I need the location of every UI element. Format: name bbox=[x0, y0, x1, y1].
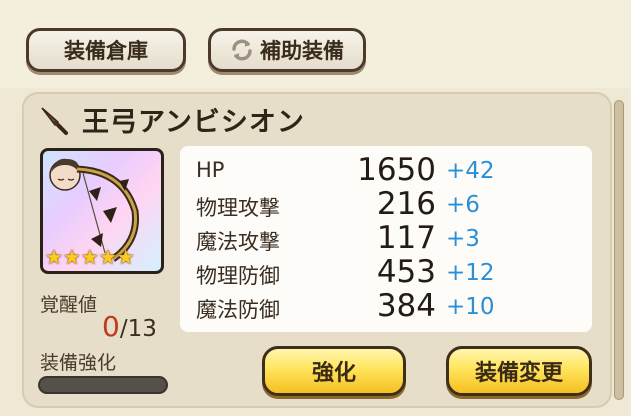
awakening-current: 0 bbox=[102, 310, 120, 343]
stat-value: 1650 bbox=[357, 152, 436, 188]
star-icon: ★ bbox=[116, 245, 135, 269]
scrollbar[interactable] bbox=[612, 92, 626, 408]
stat-name: 魔法防御 bbox=[196, 298, 280, 322]
awakening-label: 覚醒値 bbox=[40, 294, 98, 316]
star-icon: ★ bbox=[62, 245, 81, 269]
awakening-max: /13 bbox=[119, 316, 157, 342]
rarity-stars: ★ ★ ★ ★ ★ bbox=[45, 247, 135, 267]
enhancement-label: 装備強化 bbox=[40, 352, 117, 374]
stats-box: HP 1650 +42 物理攻撃 216 +6 魔法攻撃 117 +3 物理防御… bbox=[180, 146, 592, 332]
weapon-portrait[interactable]: ★ ★ ★ ★ ★ bbox=[40, 148, 164, 274]
scrollbar-thumb[interactable] bbox=[614, 100, 624, 400]
stat-bonus: +10 bbox=[446, 294, 495, 320]
stat-value: 453 bbox=[376, 254, 436, 290]
stat-row-hp: HP 1650 +42 bbox=[196, 152, 588, 188]
star-icon: ★ bbox=[80, 245, 99, 269]
star-icon: ★ bbox=[98, 245, 117, 269]
refresh-icon bbox=[232, 39, 252, 61]
stat-value: 117 bbox=[376, 220, 436, 256]
stat-name: HP bbox=[196, 158, 225, 182]
equipment-storage-label: 装備倉庫 bbox=[64, 39, 148, 63]
stat-bonus: +42 bbox=[446, 158, 495, 184]
enhancement-progress-bar bbox=[38, 376, 168, 394]
stat-value: 384 bbox=[376, 288, 436, 324]
sub-equipment-label: 補助装備 bbox=[260, 39, 344, 63]
stat-name: 物理攻撃 bbox=[196, 196, 280, 220]
stat-bonus: +12 bbox=[446, 260, 495, 286]
stat-row-magic-defense: 魔法防御 384 +10 bbox=[196, 288, 588, 324]
sword-icon bbox=[41, 107, 68, 135]
stat-name: 魔法攻撃 bbox=[196, 230, 280, 254]
stat-name: 物理防御 bbox=[196, 264, 280, 288]
weapon-name: 王弓アンビシオン bbox=[82, 107, 305, 138]
enhance-button-label: 強化 bbox=[311, 361, 356, 386]
sub-equipment-button[interactable]: 補助装備 bbox=[208, 28, 366, 72]
stat-row-magic-attack: 魔法攻撃 117 +3 bbox=[196, 220, 588, 256]
awakening-count: 0/13 bbox=[102, 310, 157, 343]
enhance-button[interactable]: 強化 bbox=[262, 346, 406, 396]
star-icon: ★ bbox=[45, 245, 63, 269]
stat-row-physical-attack: 物理攻撃 216 +6 bbox=[196, 186, 588, 222]
change-equipment-label: 装備変更 bbox=[474, 361, 563, 386]
equipment-storage-button[interactable]: 装備倉庫 bbox=[26, 28, 186, 72]
stat-bonus: +6 bbox=[446, 192, 480, 218]
stat-bonus: +3 bbox=[446, 226, 480, 252]
stat-value: 216 bbox=[376, 186, 436, 222]
stat-row-physical-defense: 物理防御 453 +12 bbox=[196, 254, 588, 290]
change-equipment-button[interactable]: 装備変更 bbox=[446, 346, 592, 396]
